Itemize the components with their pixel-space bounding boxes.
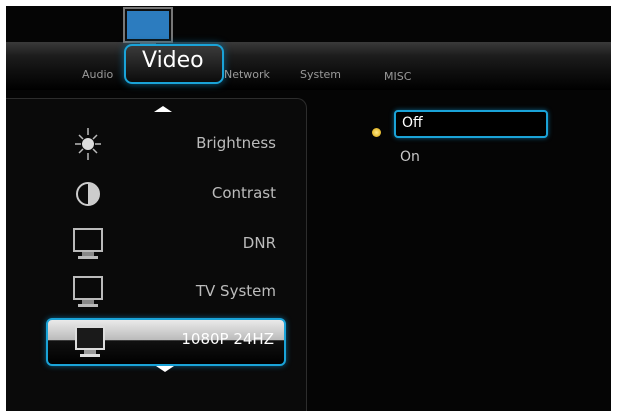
menu-item-contrast[interactable]: Contrast [46, 172, 286, 216]
option-off[interactable]: Off [394, 110, 548, 138]
tab-audio[interactable]: Audio [82, 68, 113, 81]
menu-item-label: 1080P 24HZ [181, 330, 274, 348]
menu-item-tv-system[interactable]: TV System [46, 270, 286, 314]
selected-indicator-icon [372, 128, 381, 137]
monitor-icon [73, 228, 103, 259]
tab-network[interactable]: Network [224, 68, 270, 81]
tab-system[interactable]: System [300, 68, 341, 81]
tv-settings-screen: Audio Video Network System MISC Brightne… [6, 6, 611, 411]
menu-item-dnr[interactable]: DNR [46, 222, 286, 266]
scroll-down-icon[interactable] [156, 366, 174, 372]
tab-video[interactable]: Video [124, 44, 224, 84]
menu-item-label: TV System [195, 282, 276, 300]
menu-item-label: DNR [242, 234, 276, 252]
monitor-icon [73, 276, 103, 307]
monitor-icon [75, 326, 105, 357]
sun-icon [75, 128, 101, 160]
scroll-up-icon[interactable] [154, 106, 172, 112]
tab-video-label: Video [142, 48, 204, 73]
menu-item-brightness[interactable]: Brightness [46, 122, 286, 166]
option-label: On [400, 149, 420, 165]
tab-misc[interactable]: MISC [384, 70, 411, 83]
menu-item-label: Brightness [196, 134, 276, 152]
menu-item-label: Contrast [211, 184, 276, 202]
contrast-icon [76, 182, 100, 206]
option-label: Off [402, 115, 423, 131]
option-on[interactable]: On [394, 146, 544, 170]
menu-item-1080p-24hz[interactable]: 1080P 24HZ [46, 318, 286, 366]
tab-bar [6, 42, 611, 90]
